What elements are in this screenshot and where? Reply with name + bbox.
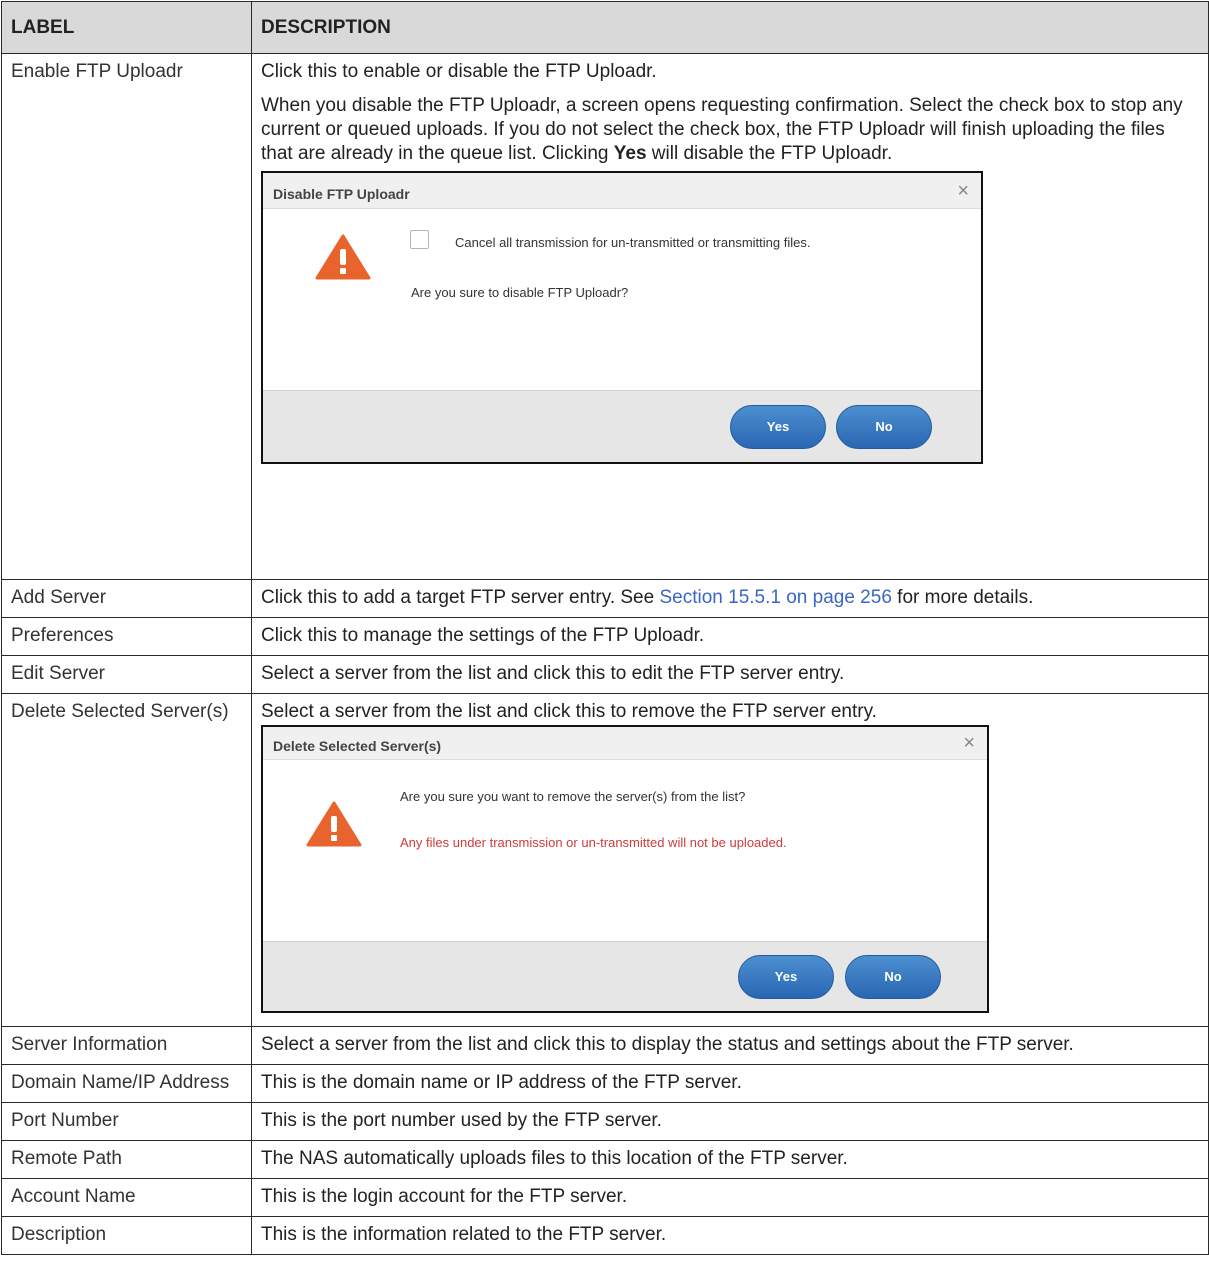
section-link[interactable]: Section 15.5.1 on page 256 [659,587,891,608]
delete-server-dialog: Delete Selected Server(s) × Are you sure… [261,725,989,1013]
table-row: Enable FTP Uploadr Click this to enable … [1,53,1209,580]
table-header-row: LABEL DESCRIPTION [1,1,1209,54]
yes-button[interactable]: Yes [738,955,834,999]
table-row: Description This is the information rela… [1,1216,1209,1255]
table-row: Remote Path The NAS automatically upload… [1,1140,1209,1179]
row-label: Preferences [1,617,252,656]
description-text: When you disable the FTP Uploadr, a scre… [261,95,1183,164]
row-label: Delete Selected Server(s) [1,693,252,1027]
dialog-title-bar: Delete Selected Server(s) × [263,727,987,760]
cancel-transmission-checkbox[interactable] [410,230,429,249]
header-label: LABEL [1,1,252,54]
dialog-footer: Yes No [263,390,981,462]
table-row: Edit Server Select a server from the lis… [1,655,1209,694]
row-label: Domain Name/IP Address [1,1064,252,1103]
description-text: Select a server from the list and click … [261,701,877,722]
row-label: Add Server [1,579,252,618]
row-label: Description [1,1216,252,1255]
row-description: Click this to manage the settings of the… [251,617,1209,656]
dialog-title: Disable FTP Uploadr [273,186,410,202]
disable-ftp-dialog: Disable FTP Uploadr × Cancel all transmi… [261,171,983,464]
dialog-title-bar: Disable FTP Uploadr × [263,173,981,209]
table-row: Account Name This is the login account f… [1,1178,1209,1217]
row-description: The NAS automatically uploads files to t… [251,1140,1209,1179]
table-row: Add Server Click this to add a target FT… [1,579,1209,618]
close-icon[interactable]: × [963,731,975,755]
row-label: Edit Server [1,655,252,694]
row-description: Select a server from the list and click … [251,693,1209,1027]
row-description: Click this to enable or disable the FTP … [251,53,1209,580]
row-label: Server Information [1,1026,252,1065]
no-button[interactable]: No [836,405,932,449]
row-label: Port Number [1,1102,252,1141]
row-description: Click this to add a target FTP server en… [251,579,1209,618]
dialog-title: Delete Selected Server(s) [273,738,442,754]
no-button[interactable]: No [845,955,941,999]
row-label: Enable FTP Uploadr [1,53,252,580]
row-description: This is the information related to the F… [251,1216,1209,1255]
header-description: DESCRIPTION [251,1,1209,54]
checkbox-label: Cancel all transmission for un-transmitt… [455,235,811,250]
warning-triangle-icon [306,801,362,847]
close-icon[interactable]: × [957,179,969,203]
table-row: Server Information Select a server from … [1,1026,1209,1065]
table-row: Port Number This is the port number used… [1,1102,1209,1141]
yes-button[interactable]: Yes [730,405,826,449]
row-description: This is the port number used by the FTP … [251,1102,1209,1141]
warning-triangle-icon [315,234,371,280]
dialog-footer: Yes No [263,941,987,1011]
dialog-warning: Any files under transmission or un-trans… [400,835,787,850]
row-label: Account Name [1,1178,252,1217]
row-description: This is the login account for the FTP se… [251,1178,1209,1217]
dialog-question: Are you sure you want to remove the serv… [400,789,746,804]
description-table: LABEL DESCRIPTION Enable FTP Uploadr Cli… [1,1,1209,1255]
row-description: Select a server from the list and click … [251,655,1209,694]
table-row: Delete Selected Server(s) Select a serve… [1,693,1209,1027]
row-description: Select a server from the list and click … [251,1026,1209,1065]
table-row: Preferences Click this to manage the set… [1,617,1209,656]
dialog-question: Are you sure to disable FTP Uploadr? [411,285,629,300]
table-row: Domain Name/IP Address This is the domai… [1,1064,1209,1103]
description-text: Click this to enable or disable the FTP … [261,61,657,82]
row-description: This is the domain name or IP address of… [251,1064,1209,1103]
row-label: Remote Path [1,1140,252,1179]
